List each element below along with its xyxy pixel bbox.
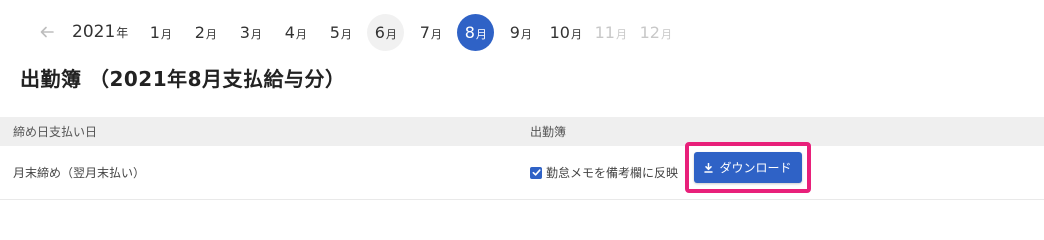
checkbox-checked-icon[interactable]	[530, 166, 542, 179]
year-label: 2021 年	[72, 22, 128, 42]
month-number: 11	[594, 22, 615, 42]
month-number: 4	[284, 22, 295, 42]
month-number: 7	[419, 22, 430, 42]
table-row: 月末締め（翌月末払い） 勤怠メモを備考欄に反映 ダウンロード	[0, 142, 1044, 200]
month-1[interactable]: 1月	[142, 14, 179, 51]
month-number: 12	[639, 22, 660, 42]
month-3[interactable]: 3月	[232, 14, 269, 51]
checkbox-label: 勤怠メモを備考欄に反映	[546, 166, 679, 180]
month-number: 2	[194, 22, 205, 42]
year-unit: 年	[116, 26, 129, 40]
month-7[interactable]: 7月	[412, 14, 449, 51]
month-unit: 月	[615, 27, 627, 41]
month-number: 3	[239, 22, 250, 42]
month-9[interactable]: 9月	[502, 14, 539, 51]
month-10[interactable]: 10 月	[547, 14, 584, 51]
year-number: 2021	[72, 22, 116, 42]
month-8-selected[interactable]: 8月	[457, 13, 495, 51]
month-navigation: 2021 年 1月 2月 3月 4月 5月 6月 7月 8月 9月 10 月 11…	[36, 13, 682, 51]
page-title: 出勤簿 （2021年8月支払給与分）	[20, 67, 346, 91]
download-icon	[704, 162, 714, 173]
month-number: 10	[549, 22, 570, 42]
header-cutoff-date: 締め日支払い日	[13, 125, 98, 139]
attendance-table: 締め日支払い日 出勤簿 月末締め（翌月末払い） 勤怠メモを備考欄に反映 ダウンロ…	[0, 117, 1044, 200]
month-unit: 月	[160, 27, 172, 41]
cutoff-text: 月末締め（翌月末払い）	[13, 166, 146, 180]
month-unit: 月	[250, 27, 262, 41]
back-arrow-icon[interactable]	[36, 21, 58, 43]
month-unit: 月	[520, 27, 532, 41]
month-unit: 月	[385, 27, 397, 41]
month-number: 6	[374, 22, 385, 42]
download-button[interactable]: ダウンロード	[694, 152, 802, 183]
month-11: 11 月	[592, 14, 629, 51]
month-unit: 月	[660, 27, 672, 41]
month-4[interactable]: 4月	[277, 14, 314, 51]
month-number: 9	[509, 22, 520, 42]
month-unit: 月	[295, 27, 307, 41]
download-highlight-frame: ダウンロード	[685, 142, 811, 193]
month-number: 8	[464, 22, 475, 42]
month-unit: 月	[570, 27, 582, 41]
month-2[interactable]: 2月	[187, 14, 224, 51]
month-unit: 月	[340, 27, 352, 41]
month-12: 12 月	[637, 14, 674, 51]
table-header: 締め日支払い日 出勤簿	[0, 117, 1044, 146]
month-unit: 月	[430, 27, 442, 41]
month-number: 1	[149, 22, 160, 42]
memo-checkbox-field[interactable]: 勤怠メモを備考欄に反映	[530, 164, 678, 181]
header-attendance-book: 出勤簿	[530, 125, 567, 139]
month-unit: 月	[475, 27, 487, 41]
month-unit: 月	[205, 27, 217, 41]
month-number: 5	[329, 22, 340, 42]
month-6[interactable]: 6月	[367, 13, 405, 51]
month-5[interactable]: 5月	[322, 14, 359, 51]
download-button-label: ダウンロード	[719, 161, 792, 175]
